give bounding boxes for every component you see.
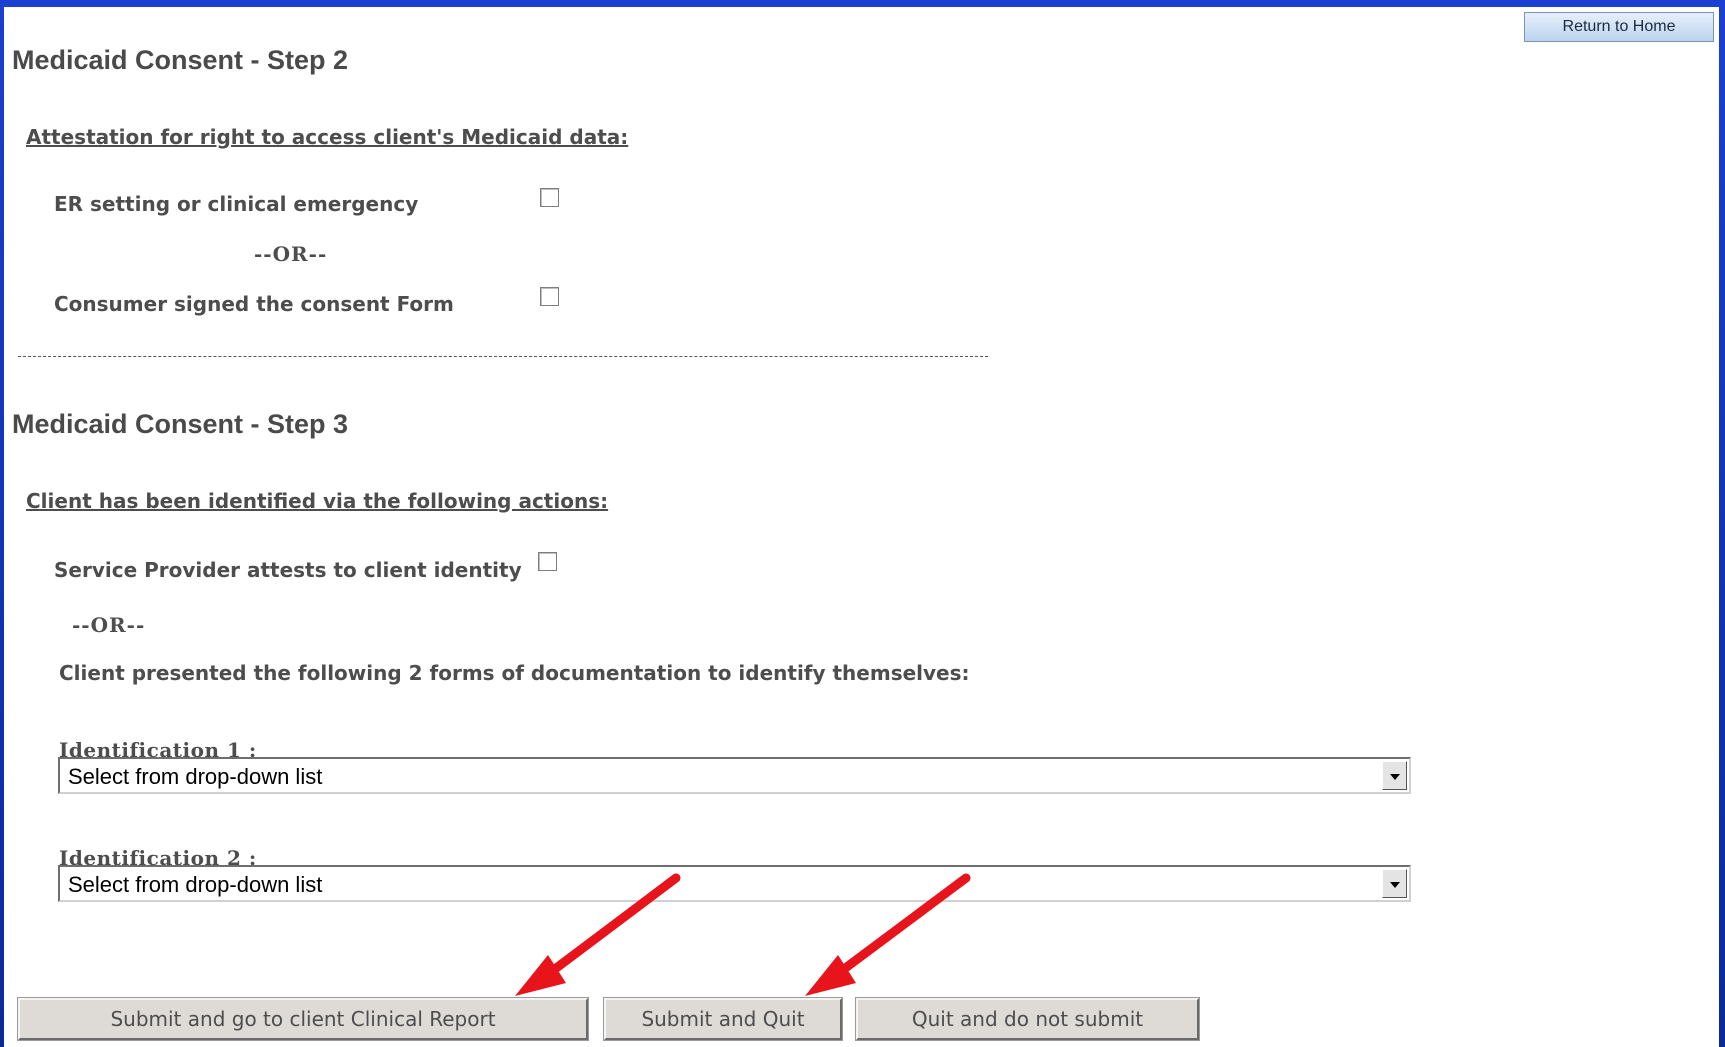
annotation-arrow-right-icon xyxy=(805,873,971,996)
annotation-arrow-left-icon xyxy=(515,873,681,996)
annotation-arrows xyxy=(515,873,971,996)
